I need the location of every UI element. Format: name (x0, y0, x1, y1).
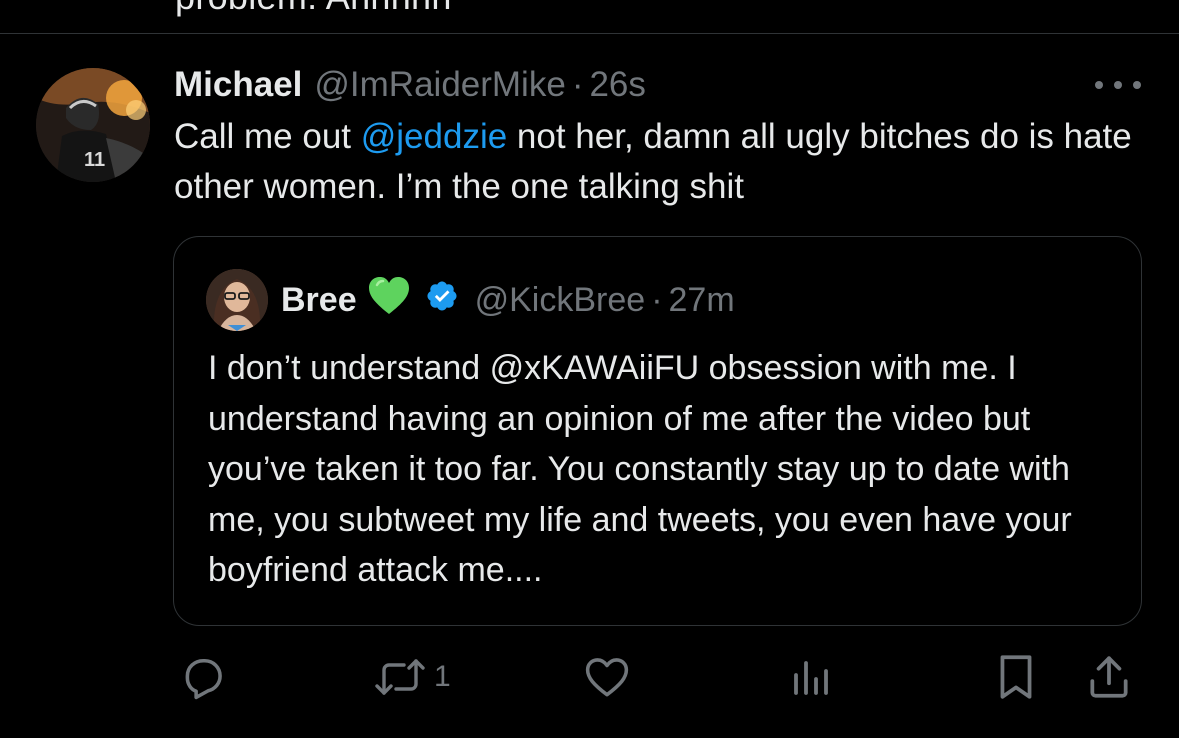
quoted-avatar-image (206, 269, 268, 331)
bookmark-button[interactable] (994, 650, 1038, 704)
quoted-separator-dot: · (651, 280, 663, 319)
views-button[interactable] (790, 650, 840, 704)
tweet-text-before: Call me out (174, 117, 361, 156)
separator-dot: · (571, 65, 584, 104)
mention-link[interactable]: @jeddzie (361, 117, 507, 156)
quoted-user-handle[interactable]: @KickBree (475, 281, 646, 320)
divider (0, 33, 1179, 34)
reply-icon (178, 652, 228, 702)
retweet-button[interactable]: 1 (372, 650, 451, 704)
display-name[interactable]: Michael (174, 65, 302, 105)
share-button[interactable] (1084, 650, 1134, 704)
timestamp[interactable]: 26s (589, 65, 645, 105)
quoted-tweet-header: Bree @KickBree · 27m (281, 275, 735, 326)
quoted-tweet-card[interactable]: Bree @KickBree · 27m I don’t understand … (173, 236, 1142, 626)
retweet-count: 1 (434, 660, 451, 693)
heart-icon (582, 652, 632, 702)
avatar[interactable]: 11 (36, 68, 150, 182)
tweet-header: Michael @ImRaiderMike · 26s (174, 62, 646, 108)
tweet-page: problem. Ahhhhh 11 Michael @ImRaiderMike… (0, 0, 1179, 738)
green-heart-icon (367, 275, 411, 326)
previous-tweet-text: problem. Ahhhhh (175, 0, 452, 18)
svg-text:11: 11 (84, 149, 105, 171)
reply-button[interactable] (178, 650, 234, 704)
verified-badge-icon[interactable] (425, 279, 459, 322)
avatar-image: 11 (36, 68, 150, 182)
quoted-display-name[interactable]: Bree (281, 281, 357, 320)
quoted-avatar[interactable] (206, 269, 268, 331)
action-bar: 1 (0, 650, 1179, 704)
bookmark-icon (994, 652, 1038, 702)
like-button[interactable] (582, 650, 638, 704)
user-handle[interactable]: @ImRaiderMike (314, 65, 565, 105)
quoted-timestamp[interactable]: 27m (669, 281, 735, 320)
views-icon (790, 652, 834, 702)
share-icon (1084, 652, 1134, 702)
retweet-icon (372, 652, 428, 702)
more-horizontal-icon[interactable] (1095, 72, 1141, 98)
quoted-tweet-text: I don’t understand @xKAWAiiFU obsession … (208, 349, 1072, 589)
tweet-text: Call me out @jeddzie not her, damn all u… (174, 112, 1149, 212)
